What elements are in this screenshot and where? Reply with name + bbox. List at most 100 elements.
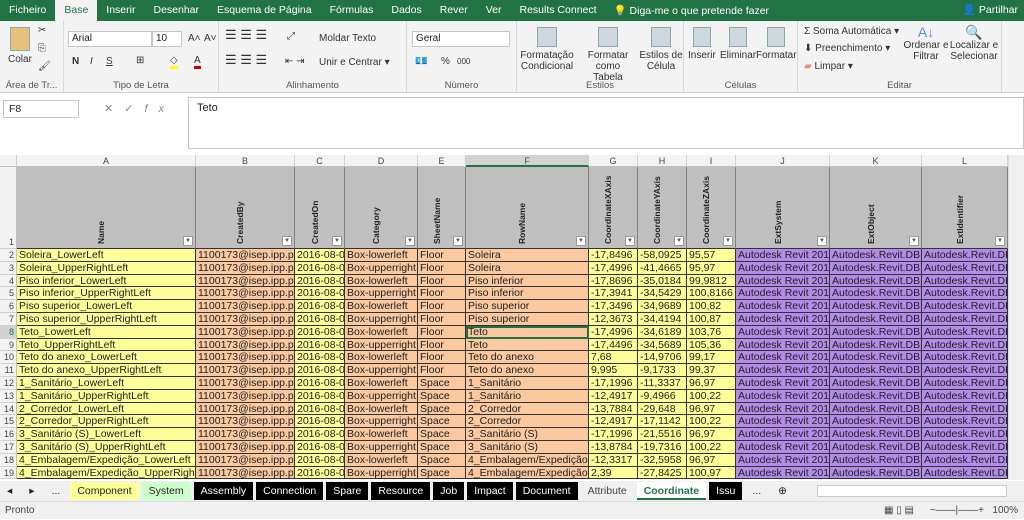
table-cell[interactable]: 2016-08-04 — [295, 338, 345, 352]
filter-dropdown-icon[interactable]: ▼ — [817, 236, 827, 246]
table-cell[interactable]: Floor — [418, 325, 466, 339]
table-cell[interactable]: -17,8496 — [589, 249, 638, 262]
table-cell[interactable]: -32,5958 — [638, 453, 687, 467]
percent-button[interactable]: % — [441, 56, 450, 67]
table-cell[interactable]: Space — [418, 415, 466, 429]
horizontal-align-buttons[interactable]: ☰ ☰ ☰ — [225, 53, 267, 66]
table-cell[interactable]: 105,36 — [687, 338, 736, 352]
italic-button[interactable]: I — [90, 56, 93, 67]
table-cell[interactable]: -17,3941 — [589, 287, 638, 301]
table-cell[interactable]: Autodesk Revit 2016 — [736, 287, 830, 301]
table-cell[interactable]: Autodesk Revit 2016 — [736, 325, 830, 339]
table-cell[interactable]: 1_Sanitário — [466, 389, 589, 403]
table-cell[interactable]: Teto — [466, 325, 589, 339]
table-cell[interactable]: Autodesk.Revit.DB — [922, 441, 1008, 454]
table-cell[interactable]: -12,3317 — [589, 453, 638, 467]
row-header[interactable]: 14 — [0, 402, 17, 416]
table-cell[interactable]: Teto do anexo_UpperRightLeft — [17, 364, 196, 377]
table-cell[interactable]: -17,4996 — [589, 325, 638, 339]
table-cell[interactable]: 96,97 — [687, 428, 736, 441]
table-cell[interactable]: 1100173@isep.ipp.pt — [196, 415, 295, 429]
table-cell[interactable]: Floor — [418, 249, 466, 262]
column-header[interactable]: D — [345, 155, 418, 167]
table-cell[interactable]: 1100173@isep.ipp.pt — [196, 338, 295, 352]
table-cell[interactable]: -41,4665 — [638, 261, 687, 275]
table-cell[interactable]: 2016-08-04 — [295, 389, 345, 403]
filter-dropdown-icon[interactable]: ▼ — [453, 236, 463, 246]
column-header[interactable]: I — [687, 155, 736, 167]
table-cell[interactable]: Box-lowerleft — [345, 351, 418, 365]
table-cell[interactable]: Box-upperright — [345, 313, 418, 326]
table-cell[interactable]: 1100173@isep.ipp.pt — [196, 377, 295, 390]
table-cell[interactable]: Autodesk.Revit.DB.X — [830, 428, 922, 441]
format-as-table-button[interactable]: Formatar como Tabela — [575, 27, 641, 83]
view-buttons[interactable]: ▦ ▯ ▤ — [884, 502, 914, 520]
copy-button[interactable]: ⎘ — [38, 43, 46, 54]
shrink-font-button[interactable]: A˅ — [204, 33, 217, 44]
table-cell[interactable]: Space — [418, 428, 466, 441]
column-header[interactable]: A — [17, 155, 196, 167]
ribbon-tab[interactable]: Esquema de Página — [208, 0, 321, 21]
table-cell[interactable]: Floor — [418, 338, 466, 352]
table-cell[interactable]: 9,995 — [589, 364, 638, 377]
table-cell[interactable]: 95,97 — [687, 261, 736, 275]
table-cell[interactable]: Floor — [418, 313, 466, 326]
table-cell[interactable]: Autodesk.Revit.DB — [922, 389, 1008, 403]
select-all-corner[interactable] — [0, 155, 17, 167]
sheet-tab[interactable]: Impact — [467, 482, 513, 500]
table-cell[interactable]: Autodesk.Revit.DB.X — [830, 441, 922, 454]
table-cell[interactable]: Box-upperright — [345, 364, 418, 377]
table-cell[interactable]: 2016-08-04 — [295, 325, 345, 339]
table-cell[interactable]: Soleira_UpperRightLeft — [17, 261, 196, 275]
table-cell[interactable]: Autodesk.Revit.DB — [922, 274, 1008, 288]
add-sheet-icon[interactable]: ⊕ — [771, 482, 794, 500]
bold-button[interactable]: N — [72, 56, 79, 67]
table-cell[interactable]: 4_Embalagem/Expedição_LowerLeft — [17, 453, 196, 467]
table-cell[interactable]: -12,4917 — [589, 415, 638, 429]
table-cell[interactable]: 100,97 — [687, 466, 736, 480]
column-header[interactable]: H — [638, 155, 687, 167]
row-header[interactable]: 5 — [0, 287, 17, 301]
table-cell[interactable]: Autodesk.Revit.DB — [922, 402, 1008, 416]
table-cell[interactable]: -21,5516 — [638, 428, 687, 441]
table-cell[interactable]: Autodesk Revit 2016 — [736, 351, 830, 365]
table-cell[interactable]: 96,97 — [687, 377, 736, 390]
table-cell[interactable]: Soleira — [466, 249, 589, 262]
table-cell[interactable]: Autodesk Revit 2016 — [736, 274, 830, 288]
paste-button[interactable]: Colar — [8, 27, 32, 65]
table-cell[interactable]: 1_Sanitário — [466, 377, 589, 390]
table-cell[interactable]: -9,4966 — [638, 389, 687, 403]
table-cell[interactable]: Autodesk.Revit.DB — [922, 300, 1008, 313]
grow-font-button[interactable]: A˄ — [188, 33, 201, 44]
next-sheet-button[interactable]: ▸ — [22, 482, 41, 500]
table-cell[interactable]: Autodesk.Revit.DB — [922, 338, 1008, 352]
table-cell[interactable]: 3_Sanitário (S) — [466, 441, 589, 454]
table-cell[interactable]: 7,68 — [589, 351, 638, 365]
sheet-tab[interactable]: Spare — [326, 482, 369, 500]
table-cell[interactable]: -17,8696 — [589, 274, 638, 288]
table-cell[interactable]: 100,22 — [687, 441, 736, 454]
table-cell[interactable]: Autodesk.Revit.DB.X — [830, 389, 922, 403]
table-cell[interactable]: Autodesk.Revit.DB.X — [830, 466, 922, 480]
column-header[interactable]: E — [418, 155, 466, 167]
table-cell[interactable]: 2_Corredor — [466, 402, 589, 416]
filter-dropdown-icon[interactable]: ▼ — [576, 236, 586, 246]
table-cell[interactable]: 100,82 — [687, 300, 736, 313]
table-cell[interactable]: Floor — [418, 364, 466, 377]
zoom-level[interactable]: 100% — [992, 502, 1018, 520]
table-cell[interactable]: 1100173@isep.ipp.pt — [196, 313, 295, 326]
table-cell[interactable]: 2016-08-04 — [295, 274, 345, 288]
table-cell[interactable]: -17,4496 — [589, 338, 638, 352]
column-header[interactable]: L — [922, 155, 1008, 167]
table-cell[interactable]: Autodesk Revit 2016 — [736, 364, 830, 377]
table-cell[interactable]: -58,0925 — [638, 249, 687, 262]
table-cell[interactable]: Space — [418, 402, 466, 416]
sheet-tab[interactable]: Coordinate — [636, 482, 707, 500]
table-cell[interactable]: Autodesk.Revit.DB.X — [830, 415, 922, 429]
row-header[interactable]: 11 — [0, 364, 17, 377]
sheet-tab[interactable]: Assembly — [193, 482, 254, 500]
table-cell[interactable]: Autodesk.Revit.DB — [922, 325, 1008, 339]
table-cell[interactable]: 2016-08-04 — [295, 441, 345, 454]
filter-dropdown-icon[interactable]: ▼ — [405, 236, 415, 246]
table-cell[interactable]: Soleira_LowerLeft — [17, 249, 196, 262]
